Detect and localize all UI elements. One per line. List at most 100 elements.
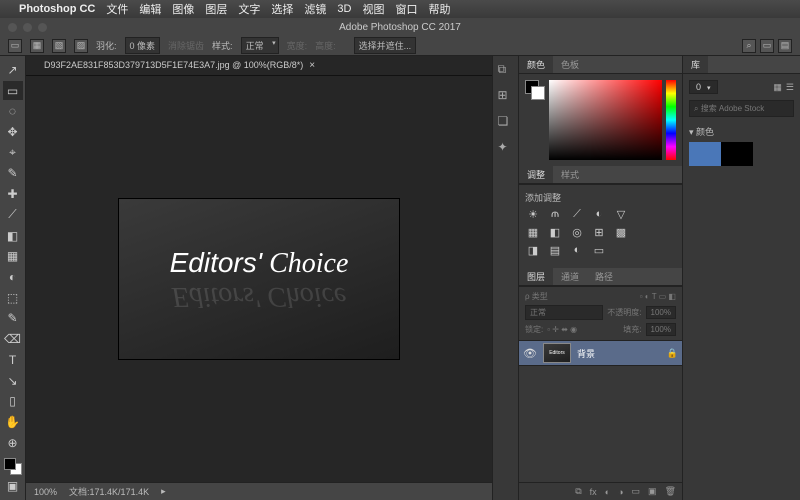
menu-window[interactable]: 窗口 xyxy=(395,1,417,17)
refine-button[interactable]: 选择并遮住... xyxy=(354,37,417,54)
tab-swatches[interactable]: 色板 xyxy=(553,56,587,73)
minimize-icon[interactable] xyxy=(23,23,32,32)
gradient-tool[interactable]: ⬚ xyxy=(3,288,23,308)
history-icon[interactable]: ⧉ xyxy=(498,62,514,78)
tab-library[interactable]: 库 xyxy=(683,56,708,73)
style-select[interactable]: 正常 xyxy=(241,37,279,54)
arrange-icon[interactable]: ▤ xyxy=(778,39,792,53)
paragraph-icon[interactable]: ✦ xyxy=(498,140,514,156)
tab-adjustments[interactable]: 调整 xyxy=(519,166,553,183)
levels-icon[interactable]: ⫙ xyxy=(547,208,563,222)
sub-selection-icon[interactable]: ▨ xyxy=(74,39,88,53)
saturation-picker[interactable] xyxy=(549,80,662,160)
menu-edit[interactable]: 编辑 xyxy=(139,1,161,17)
opacity-value[interactable]: 100% xyxy=(646,306,676,319)
brush-tool[interactable]: ⟋ xyxy=(3,205,23,225)
new-layer-icon[interactable]: ▣ xyxy=(648,486,657,497)
tab-color[interactable]: 颜色 xyxy=(519,56,553,73)
dodge-tool[interactable]: ⌫ xyxy=(3,329,23,349)
quickmask-icon[interactable]: ▣ xyxy=(3,476,23,496)
visibility-icon[interactable]: 👁 xyxy=(523,347,537,360)
hue-icon[interactable]: ▦ xyxy=(525,226,541,240)
type-tool[interactable]: T xyxy=(3,350,23,370)
zoom-icon[interactable] xyxy=(38,23,47,32)
menu-help[interactable]: 帮助 xyxy=(428,1,450,17)
tab-paths[interactable]: 路径 xyxy=(587,268,621,285)
canvas[interactable]: Editors' Choice Editors' Choice xyxy=(26,76,492,482)
layer-thumbnail[interactable]: Editors xyxy=(543,343,571,363)
pen-tool[interactable]: ↘ xyxy=(3,371,23,391)
invert-icon[interactable]: ◨ xyxy=(525,244,541,258)
character-icon[interactable]: ❏ xyxy=(498,114,514,130)
heal-tool[interactable]: ✚ xyxy=(3,184,23,204)
menu-select[interactable]: 选择 xyxy=(271,1,293,17)
chevron-right-icon[interactable]: ▸ xyxy=(161,486,166,497)
color-swatch[interactable] xyxy=(4,458,22,476)
menu-3d[interactable]: 3D xyxy=(337,3,351,15)
library-select[interactable]: 0 xyxy=(689,80,718,94)
bw-icon[interactable]: ◧ xyxy=(547,226,563,240)
stock-search[interactable]: ⌕ 搜索 Adobe Stock xyxy=(689,100,794,117)
grid-view-icon[interactable]: ▦ xyxy=(773,82,782,93)
fill-value[interactable]: 100% xyxy=(646,323,676,336)
app-name[interactable]: Photoshop CC xyxy=(19,3,95,15)
menu-view[interactable]: 视图 xyxy=(362,1,384,17)
marquee-icon[interactable]: ▦ xyxy=(30,39,44,53)
properties-icon[interactable]: ⊞ xyxy=(498,88,514,104)
lasso-tool[interactable]: ◌ xyxy=(3,101,23,121)
kind-filter[interactable]: ρ 类型 xyxy=(525,291,548,302)
close-tab-icon[interactable]: × xyxy=(309,60,315,71)
wand-tool[interactable]: ✥ xyxy=(3,122,23,142)
close-icon[interactable] xyxy=(8,23,17,32)
trash-icon[interactable]: 🗑 xyxy=(665,486,676,497)
lock-icon[interactable]: 🔒 xyxy=(667,348,678,359)
exposure-icon[interactable]: ◐ xyxy=(591,208,607,222)
doc-info[interactable]: 文档:171.4K/171.4K xyxy=(69,485,149,498)
tab-layers[interactable]: 图层 xyxy=(519,268,553,285)
add-selection-icon[interactable]: ▧ xyxy=(52,39,66,53)
adjustment-icon[interactable]: ◑ xyxy=(618,487,623,497)
zoom-level[interactable]: 100% xyxy=(34,487,57,497)
layer-name[interactable]: 背景 xyxy=(577,347,595,360)
photo-filter-icon[interactable]: ◎ xyxy=(569,226,585,240)
antialias-check[interactable]: 消除锯齿 xyxy=(168,39,204,52)
color-fgbg[interactable] xyxy=(525,80,545,160)
menu-file[interactable]: 文件 xyxy=(106,1,128,17)
group-icon[interactable]: ▭ xyxy=(632,486,641,497)
crop-tool[interactable]: ⌖ xyxy=(3,143,23,163)
swatch-black[interactable] xyxy=(721,142,753,166)
threshold-icon[interactable]: ◐ xyxy=(569,244,585,258)
hue-slider[interactable] xyxy=(666,80,676,160)
lookup-icon[interactable]: ▩ xyxy=(613,226,629,240)
feather-input[interactable]: 0 像素 xyxy=(125,37,161,54)
tab-styles[interactable]: 样式 xyxy=(553,166,587,183)
zoom-tool[interactable]: ⊕ xyxy=(3,433,23,453)
menu-layer[interactable]: 图层 xyxy=(205,1,227,17)
posterize-icon[interactable]: ▤ xyxy=(547,244,563,258)
fx-icon[interactable]: fx xyxy=(590,487,597,497)
eraser-tool[interactable]: ◐ xyxy=(3,267,23,287)
home-icon[interactable]: ▭ xyxy=(8,39,22,53)
path-tool[interactable]: ▯ xyxy=(3,392,23,412)
hand-tool[interactable]: ✋ xyxy=(3,412,23,432)
swatch-blue[interactable] xyxy=(689,142,721,166)
history-brush-tool[interactable]: ▦ xyxy=(3,246,23,266)
menu-filter[interactable]: 滤镜 xyxy=(304,1,326,17)
eyedropper-tool[interactable]: ✎ xyxy=(3,164,23,184)
move-tool[interactable]: ↗ xyxy=(3,60,23,80)
list-view-icon[interactable]: ☰ xyxy=(786,82,794,93)
link-icon[interactable]: ⧉ xyxy=(575,486,581,497)
workspace-icon[interactable]: ▭ xyxy=(760,39,774,53)
document-tab[interactable]: D93F2AE831F853D379713D5F1E74E3A7.jpg @ 1… xyxy=(36,58,323,73)
marquee-tool[interactable]: ▭ xyxy=(3,81,23,101)
mask-icon[interactable]: ◐ xyxy=(605,487,610,497)
blend-mode[interactable]: 正常 xyxy=(525,305,603,320)
search-icon[interactable]: ⌕ xyxy=(742,39,756,53)
brightness-icon[interactable]: ☀ xyxy=(525,208,541,222)
menu-image[interactable]: 图像 xyxy=(172,1,194,17)
layer-row[interactable]: 👁 Editors 背景 🔒 xyxy=(519,340,682,366)
tab-channels[interactable]: 通道 xyxy=(553,268,587,285)
stamp-tool[interactable]: ◧ xyxy=(3,226,23,246)
blur-tool[interactable]: ✎ xyxy=(3,309,23,329)
mixer-icon[interactable]: ⊞ xyxy=(591,226,607,240)
